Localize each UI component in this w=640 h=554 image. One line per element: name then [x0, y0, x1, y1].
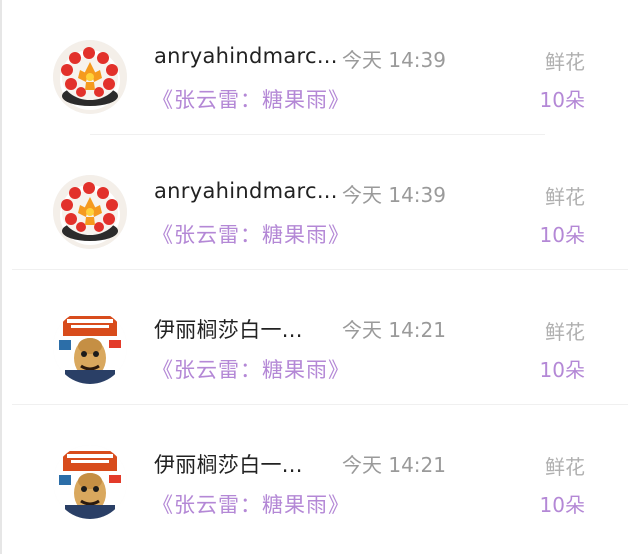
song-title[interactable]: 《张云雷：糖果雨》 — [152, 84, 350, 114]
gift-record-row[interactable]: anryahindmarc... 今天 14:39 《张云雷：糖果雨》 鲜花 1… — [0, 135, 640, 270]
fruit-platter-avatar-icon[interactable] — [53, 175, 127, 249]
song-title[interactable]: 《张云雷：糖果雨》 — [152, 354, 350, 384]
timestamp: 今天 14:39 — [342, 48, 446, 72]
gift-type-label: 鲜花 — [545, 320, 585, 344]
user-name[interactable]: anryahindmarc... — [154, 44, 338, 68]
gift-count: 10朵 — [539, 358, 585, 382]
gift-type-label: 鲜花 — [545, 455, 585, 479]
gift-count: 10朵 — [539, 493, 585, 517]
cartoon-character-avatar-icon[interactable] — [53, 445, 127, 519]
user-name[interactable]: 伊丽榈莎白一... — [154, 314, 303, 344]
timestamp: 今天 14:21 — [342, 453, 446, 477]
cartoon-character-avatar-icon[interactable] — [53, 310, 127, 384]
user-name[interactable]: 伊丽榈莎白一... — [154, 449, 303, 479]
gift-record-row[interactable]: anryahindmarc... 今天 14:39 《张云雷：糖果雨》 鲜花 1… — [0, 0, 640, 135]
timestamp: 今天 14:21 — [342, 318, 446, 342]
timestamp: 今天 14:39 — [342, 183, 446, 207]
song-title[interactable]: 《张云雷：糖果雨》 — [152, 489, 350, 519]
gift-record-row[interactable]: 伊丽榈莎白一... 今天 14:21 《张云雷：糖果雨》 鲜花 10朵 — [0, 405, 640, 540]
song-title[interactable]: 《张云雷：糖果雨》 — [152, 219, 350, 249]
gift-type-label: 鲜花 — [545, 50, 585, 74]
fruit-platter-avatar-icon[interactable] — [53, 40, 127, 114]
gift-count: 10朵 — [539, 88, 585, 112]
user-name[interactable]: anryahindmarc... — [154, 179, 338, 203]
gift-count: 10朵 — [539, 223, 585, 247]
gift-record-row[interactable]: 伊丽榈莎白一... 今天 14:21 《张云雷：糖果雨》 鲜花 10朵 — [0, 270, 640, 405]
gift-type-label: 鲜花 — [545, 185, 585, 209]
gift-record-list[interactable]: anryahindmarc... 今天 14:39 《张云雷：糖果雨》 鲜花 1… — [0, 0, 640, 540]
